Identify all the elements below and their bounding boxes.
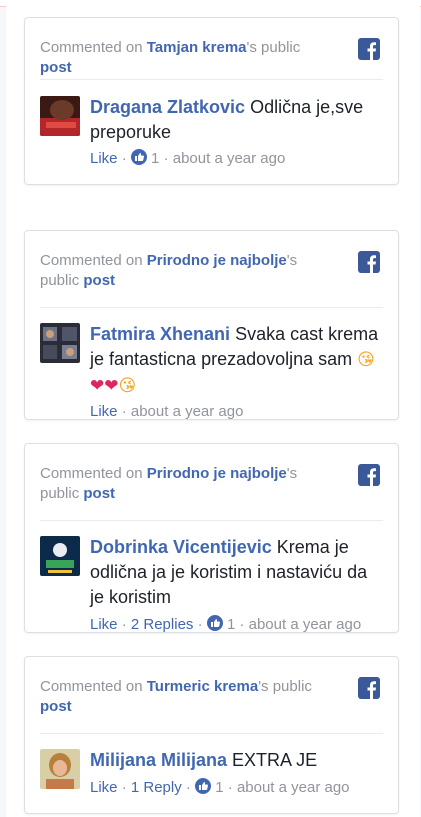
separator: ·	[193, 616, 207, 633]
timestamp[interactable]: about a year ago	[237, 779, 350, 796]
post-link[interactable]: post	[83, 485, 115, 502]
facebook-icon[interactable]	[358, 677, 380, 699]
comment-card: Commented on Prirodno je najbolje's publ…	[24, 443, 399, 633]
public-label: 's public	[258, 678, 312, 695]
separator: ·	[117, 403, 131, 420]
like-thumb-icon	[195, 778, 212, 794]
divider	[40, 733, 383, 734]
like-link[interactable]: Like	[90, 616, 118, 632]
heart-emoji: ❤	[104, 376, 119, 396]
commenter-name[interactable]: Dobrinka Vicentijevic	[90, 537, 272, 557]
separator: ·	[235, 616, 249, 633]
page-link[interactable]: Prirodno je najbolje	[147, 252, 287, 269]
commented-on-label: Commented on	[40, 678, 143, 695]
timestamp[interactable]: about a year ago	[249, 616, 362, 632]
card-header: Commented on Prirodno je najbolje's publ…	[40, 464, 330, 504]
comment-text: Milijana Milijana EXTRA JE	[90, 748, 383, 773]
like-thumb-icon	[206, 615, 223, 631]
commented-on-label: Commented on	[40, 465, 143, 482]
comment-meta: Like · 1 Reply · 1 · about a year ago	[90, 778, 350, 798]
replies-link[interactable]: 2 Replies	[131, 616, 194, 632]
page-link[interactable]: Prirodno je najbolje	[147, 465, 287, 482]
like-count: 1	[215, 779, 224, 796]
separator: ·	[117, 150, 131, 167]
separator: ·	[181, 779, 196, 796]
comment-text: Dragana Zlatkovic Odlična je,sve preporu…	[90, 95, 383, 145]
kiss-emoji: 😘	[357, 350, 375, 370]
like-link[interactable]: Like	[90, 779, 118, 796]
public-label: 's public	[246, 39, 301, 56]
divider	[40, 520, 383, 521]
avatar[interactable]	[40, 536, 80, 576]
like-thumb-icon	[130, 149, 147, 165]
commenter-name[interactable]: Fatmira Xhenani	[90, 324, 230, 344]
comment-meta: Like · 2 Replies · 1 · about a year ago	[90, 615, 362, 633]
separator: ·	[117, 616, 131, 633]
commenter-name[interactable]: Milijana Milijana	[90, 750, 227, 770]
comment-card: Commented on Turmeric krema's public pos…	[24, 656, 399, 814]
commenter-name[interactable]: Dragana Zlatkovic	[90, 97, 245, 117]
post-link[interactable]: post	[40, 59, 72, 76]
separator: ·	[159, 150, 173, 167]
comment-meta: Like · 1 · about a year ago	[90, 149, 285, 169]
commented-on-label: Commented on	[40, 39, 143, 56]
card-header: Commented on Turmeric krema's public pos…	[40, 677, 330, 717]
avatar[interactable]	[40, 749, 80, 789]
comment-text: Fatmira Xhenani Svaka cast krema je fant…	[90, 322, 383, 399]
comment-text: Dobrinka Vicentijevic Krema je odlična j…	[90, 535, 383, 610]
facebook-icon[interactable]	[358, 251, 380, 273]
replies-link[interactable]: 1 Reply	[131, 779, 182, 796]
facebook-icon[interactable]	[358, 38, 380, 60]
card-header: Commented on Tamjan krema's public post	[40, 38, 330, 78]
post-link[interactable]: post	[40, 698, 72, 715]
heart-emoji: ❤	[90, 376, 105, 396]
comment-card: Commented on Tamjan krema's public post …	[24, 17, 399, 185]
separator: ·	[223, 779, 237, 796]
separator: ·	[117, 779, 131, 796]
like-link[interactable]: Like	[90, 403, 118, 419]
divider	[40, 307, 383, 308]
like-link[interactable]: Like	[90, 150, 118, 167]
kiss-emoji: 😘	[118, 376, 137, 396]
comment-card: Commented on Prirodno je najbolje's publ…	[24, 230, 399, 420]
timestamp[interactable]: about a year ago	[173, 150, 286, 167]
divider	[40, 79, 383, 80]
page-link[interactable]: Tamjan krema	[147, 39, 247, 56]
avatar[interactable]	[40, 96, 80, 136]
comment-meta: Like · about a year ago	[90, 402, 244, 420]
commented-on-label: Commented on	[40, 252, 143, 269]
comment-body: EXTRA JE	[232, 750, 318, 770]
page-link[interactable]: Turmeric krema	[147, 678, 258, 695]
avatar[interactable]	[40, 323, 80, 363]
timestamp[interactable]: about a year ago	[131, 403, 244, 419]
post-link[interactable]: post	[83, 272, 115, 289]
facebook-icon[interactable]	[358, 464, 380, 486]
card-header: Commented on Prirodno je najbolje's publ…	[40, 251, 330, 291]
